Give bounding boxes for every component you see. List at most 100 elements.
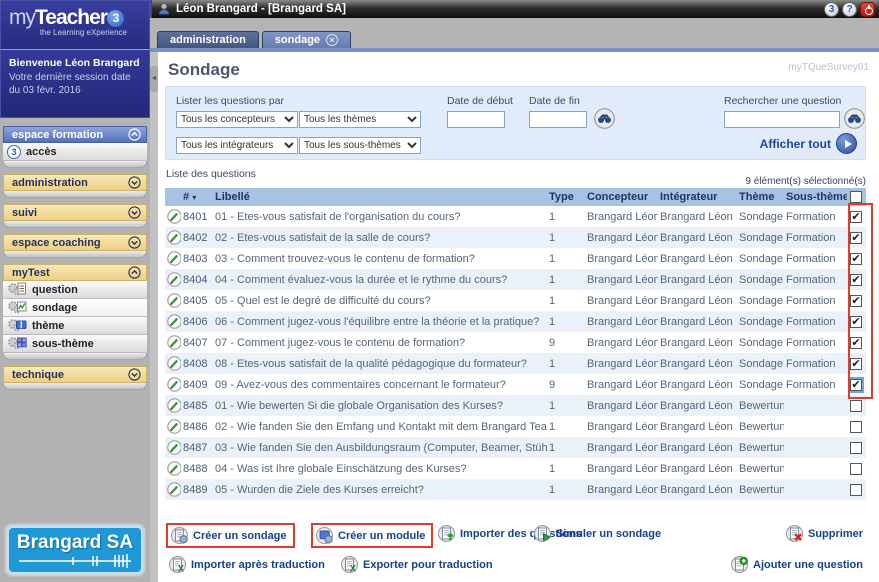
row-checkbox[interactable]: ✔: [850, 336, 862, 349]
sidebar-item-th-me[interactable]: thème: [3, 317, 147, 335]
date-end-input[interactable]: [529, 111, 587, 128]
sidebar-section-mytest[interactable]: myTest: [3, 264, 147, 281]
questions-table: # ▾ Libellé Type Concepteur Intégrateur Thème…: [165, 188, 866, 500]
date-start-input[interactable]: [447, 111, 505, 128]
row-checkbox[interactable]: [850, 441, 862, 454]
row-checkbox[interactable]: ✔: [850, 315, 862, 328]
row-checkbox[interactable]: [850, 462, 862, 475]
edit-question-icon[interactable]: [165, 419, 181, 434]
col-integrateur[interactable]: Intégrateur: [658, 191, 737, 203]
edit-question-icon[interactable]: [165, 314, 181, 329]
importer-apr-s-traduction-button[interactable]: X Importer après traduction: [166, 554, 328, 575]
date-search-binoculars-icon[interactable]: [594, 108, 615, 129]
question-sous-theme: Formation: [786, 210, 836, 223]
filter-select-themes[interactable]: Tous les thèmes: [299, 111, 421, 128]
gear-book-icon: [7, 317, 27, 335]
user-icon: [158, 3, 170, 15]
col-libelle[interactable]: Libellé: [213, 191, 547, 203]
section-tray: [3, 161, 147, 168]
sidebar-item-sous-th-me[interactable]: sous-thème: [3, 335, 147, 353]
cr-er-un-module-button[interactable]: Créer un module: [311, 523, 434, 548]
table-row: 8487 03 - Wie fanden Sie den Ausbildungsr…: [165, 437, 866, 458]
edit-question-icon[interactable]: [165, 272, 181, 287]
sidebar-item-sondage[interactable]: sondage: [3, 299, 147, 317]
tab-bar: administration sondage ×: [150, 18, 879, 52]
row-checkbox[interactable]: ✔: [848, 376, 864, 393]
question-search-binoculars-icon[interactable]: [844, 108, 865, 129]
edit-question-icon[interactable]: [165, 356, 181, 371]
edit-question-icon[interactable]: [165, 482, 181, 497]
select-all-checkbox[interactable]: [850, 191, 862, 203]
row-checkbox[interactable]: [850, 420, 862, 433]
sidebar-item-acc-s[interactable]: 3 accès: [3, 143, 147, 161]
edit-question-icon[interactable]: [165, 335, 181, 350]
chevron-down-icon[interactable]: [128, 206, 141, 219]
col-sous-theme[interactable]: Sous-thème: [784, 191, 847, 203]
sidebar-section-technique[interactable]: technique: [3, 366, 147, 383]
logout-power-icon[interactable]: [860, 1, 875, 17]
ajouter-une-question-button[interactable]: Ajouter une question: [728, 554, 866, 575]
col-concepteur[interactable]: Concepteur: [585, 191, 658, 203]
question-label: 02 - Etes-vous satisfait de la salle de …: [215, 231, 431, 244]
question-type: 9: [549, 378, 556, 391]
row-checkbox[interactable]: [850, 483, 862, 496]
cr-er-un-sondage-button[interactable]: Créer un sondage: [166, 523, 295, 548]
col-theme[interactable]: Thème: [737, 191, 784, 203]
content-panel: Sondage myTQueSurvey01 Lister les questi…: [158, 52, 879, 582]
row-checkbox[interactable]: ✔: [850, 210, 862, 223]
edit-question-icon[interactable]: [165, 377, 181, 392]
row-checkbox[interactable]: ✔: [850, 273, 862, 286]
edit-question-icon[interactable]: [165, 293, 181, 308]
sidebar-item-question[interactable]: question: [3, 281, 147, 299]
close-tab-icon[interactable]: ×: [326, 34, 339, 46]
chevron-up-icon[interactable]: [128, 266, 141, 279]
sidebar-splitter[interactable]: ◄: [150, 52, 158, 582]
edit-question-icon[interactable]: [165, 209, 181, 224]
filter-select-sous-themes[interactable]: Tous les sous-thèmes: [299, 137, 421, 154]
tab-sondage[interactable]: sondage ×: [261, 31, 352, 48]
edit-question-icon[interactable]: [165, 398, 181, 413]
simuler-un-sondage-button[interactable]: Simuler un sondage: [531, 523, 664, 544]
search-question-input[interactable]: [724, 111, 840, 128]
row-checkbox[interactable]: ✔: [850, 252, 862, 265]
question-label: 06 - Comment jugez-vous l'équilibre entr…: [215, 315, 540, 328]
row-checkbox[interactable]: ✔: [850, 231, 862, 244]
chevron-down-icon[interactable]: [128, 236, 141, 249]
edit-question-icon[interactable]: [165, 440, 181, 455]
sidebar-section-administration[interactable]: administration: [3, 174, 147, 191]
tab-label: sondage: [274, 34, 321, 46]
col-id[interactable]: # ▾: [181, 191, 213, 203]
collapse-sidebar-icon[interactable]: ◄: [150, 66, 158, 92]
question-id: 8407: [183, 336, 208, 349]
question-concepteur: Brangard Léon: [587, 357, 658, 370]
row-checkbox[interactable]: ✔: [850, 357, 862, 370]
version-icon[interactable]: 3: [824, 1, 839, 17]
row-checkbox[interactable]: [850, 399, 862, 412]
exporter-pour-traduction-button[interactable]: X Exporter pour traduction: [338, 554, 496, 575]
chevron-down-icon[interactable]: [128, 368, 141, 381]
sidebar-section-espace-coaching[interactable]: espace coaching: [3, 234, 147, 251]
sidebar-section-suivi[interactable]: suivi: [3, 204, 147, 221]
filter-select-integrateurs[interactable]: Tous les intégrateurs: [176, 137, 298, 154]
question-integrateur: Brangard Léon: [660, 399, 733, 412]
edit-question-icon[interactable]: [165, 251, 181, 266]
chevron-up-icon[interactable]: [128, 128, 141, 141]
tab-administration[interactable]: administration: [157, 31, 259, 48]
sidebar-section-espace-formation[interactable]: espace formation: [3, 126, 147, 143]
question-concepteur: Brangard Léon: [587, 336, 658, 349]
help-icon[interactable]: ?: [842, 1, 857, 17]
show-all-play-icon[interactable]: [836, 133, 857, 154]
question-integrateur: Brangard Léon: [660, 378, 733, 391]
row-checkbox[interactable]: ✔: [850, 294, 862, 307]
question-theme: Sondage: [739, 315, 784, 328]
supprimer-button[interactable]: Supprimer: [783, 523, 866, 544]
col-type[interactable]: Type: [547, 191, 585, 203]
edit-question-icon[interactable]: [165, 461, 181, 476]
button-label: Créer un sondage: [193, 529, 287, 542]
chevron-down-icon[interactable]: [128, 176, 141, 189]
question-label: 03 - Comment trouvez-vous le contenu de …: [215, 252, 475, 265]
filter-select-concepteurs[interactable]: Tous les concepteurs: [176, 111, 298, 128]
show-all-button[interactable]: Afficher tout: [760, 137, 831, 151]
section-label: myTest: [12, 266, 50, 279]
edit-question-icon[interactable]: [165, 230, 181, 245]
